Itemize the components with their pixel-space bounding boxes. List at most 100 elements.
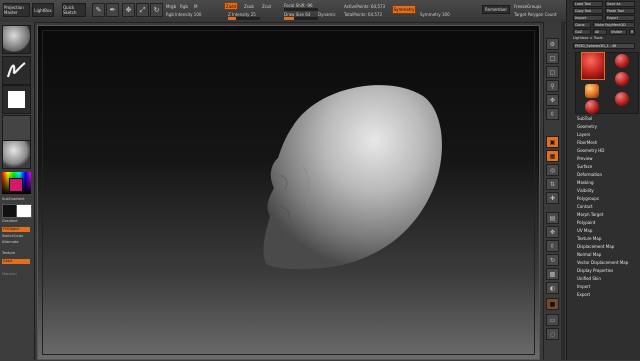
copy-tool-button[interactable]: Copy Tool: [573, 8, 603, 14]
projection-master-button[interactable]: Projection Master: [3, 3, 30, 17]
menu-visibility[interactable]: Visibility: [577, 188, 594, 193]
fill-object-button[interactable]: FillObject: [2, 227, 30, 232]
menu-fibermesh[interactable]: FiberMesh: [577, 140, 597, 145]
color-picker[interactable]: [2, 172, 31, 194]
zcut-button[interactable]: Zcut: [262, 4, 271, 9]
menu-normal-map[interactable]: Normal Map: [577, 252, 601, 257]
alpha-thumbnail[interactable]: [2, 85, 31, 114]
load-tool-button[interactable]: Load Tool: [573, 1, 603, 7]
goz-button[interactable]: GoZ: [573, 29, 591, 35]
menu-masking[interactable]: Masking: [577, 180, 594, 185]
edit-icon[interactable]: ✎: [92, 3, 105, 17]
dynamic-label[interactable]: Dynamic: [318, 12, 336, 17]
subgradient-label[interactable]: SubGradient: [2, 197, 24, 201]
menu-polygroups[interactable]: Polygroups: [577, 196, 599, 201]
secondary-color-swatch[interactable]: [16, 204, 32, 218]
rotate-icon[interactable]: ↻: [546, 254, 559, 266]
quick-sketch-button[interactable]: Quick Sketch: [62, 3, 86, 17]
menu-import[interactable]: Import: [577, 284, 590, 289]
rgb-label[interactable]: Rgb: [180, 4, 188, 9]
clone-button[interactable]: Clone: [573, 22, 591, 28]
r-button[interactable]: R: [629, 29, 635, 35]
menu-export[interactable]: Export: [577, 292, 590, 297]
scale-icon[interactable]: ⇳: [546, 108, 559, 120]
m-label[interactable]: M: [194, 4, 197, 9]
paste-tool-button[interactable]: Paste Tool: [605, 8, 635, 14]
menu-contact[interactable]: Contact: [577, 204, 593, 209]
save-as-button[interactable]: Save As: [605, 1, 635, 7]
menu-texture-map[interactable]: Texture Map: [577, 236, 601, 241]
material-thumbnail[interactable]: [2, 140, 31, 169]
frame-icon[interactable]: ▢: [546, 66, 559, 78]
lsym-icon[interactable]: ⇅: [546, 178, 559, 190]
persp-icon[interactable]: ▣: [546, 136, 559, 148]
symmetry-button[interactable]: Symmetry: [392, 5, 416, 14]
tool-thumb-polymesh[interactable]: [615, 72, 629, 86]
xpose-icon[interactable]: ▭: [546, 314, 559, 326]
export-tool-button[interactable]: Export: [605, 15, 635, 21]
texture-label[interactable]: Texture: [2, 251, 15, 255]
sculpted-head-model[interactable]: [38, 26, 541, 361]
import-tool-button[interactable]: Import: [573, 15, 603, 21]
menu-surface[interactable]: Surface: [577, 164, 592, 169]
menu-subtool[interactable]: SubTool: [577, 116, 592, 121]
move-icon[interactable]: ✥: [546, 94, 559, 106]
menu-vector-displacement-map[interactable]: Vector Displacement Map: [577, 260, 628, 265]
make-polymesh-button[interactable]: Make PolyMesh3D: [593, 22, 635, 28]
menu-layers[interactable]: Layers: [577, 132, 590, 137]
frame2-icon[interactable]: ▤: [546, 212, 559, 224]
polyf-icon[interactable]: ▩: [546, 268, 559, 280]
lightbox-tools-label[interactable]: Lightbox > Tools: [573, 36, 603, 41]
floor-icon[interactable]: □: [546, 52, 559, 64]
alternate-label[interactable]: Alternate: [2, 240, 19, 244]
zadd-button[interactable]: Zadd: [224, 2, 238, 10]
stroke-thumbnail[interactable]: [2, 56, 31, 85]
current-tool-thumbnail[interactable]: [581, 52, 605, 80]
tool-thumb-cylinder[interactable]: [615, 54, 629, 68]
transp-icon[interactable]: ◐: [546, 282, 559, 294]
material-label[interactable]: Material: [2, 272, 17, 276]
freeze-groups-label[interactable]: FreezeGroups: [514, 4, 541, 9]
move-icon[interactable]: ✥: [122, 3, 135, 17]
visible-button[interactable]: Visible: [609, 29, 627, 35]
right-tray-handle[interactable]: [561, 22, 565, 360]
menu-displacement-map[interactable]: Displacement Map: [577, 244, 614, 249]
scale2-icon[interactable]: ⇳: [546, 240, 559, 252]
solo-icon[interactable]: ■: [546, 298, 559, 310]
grad-button[interactable]: Grad: [2, 259, 30, 264]
menu-deformation[interactable]: Deformation: [577, 172, 602, 177]
canvas-viewport[interactable]: [37, 25, 540, 360]
all-button[interactable]: All: [593, 29, 607, 35]
gear-icon[interactable]: ⚙: [546, 38, 559, 50]
brush-thumbnail[interactable]: [2, 25, 31, 54]
move2-icon[interactable]: ✥: [546, 226, 559, 238]
menu-morph-target[interactable]: Morph Target: [577, 212, 603, 217]
menu-uv-map[interactable]: UV Map: [577, 228, 592, 233]
menu-preview[interactable]: Preview: [577, 156, 593, 161]
menu-geometry-hd[interactable]: Geometry HD: [577, 148, 604, 153]
ghost-icon[interactable]: ◌: [546, 328, 559, 340]
tool-thumb-sphere3d[interactable]: [585, 100, 599, 114]
gradient-label[interactable]: Gradient: [2, 219, 18, 223]
current-tool-slider[interactable]: PM3D_Spheres3D_1 . 48: [573, 43, 635, 49]
zsub-button[interactable]: Zsub: [244, 4, 254, 9]
alpha-square-icon: [8, 91, 25, 108]
menu-display-properties[interactable]: Display Properties: [577, 268, 613, 273]
mrgb-label[interactable]: Mrgb: [166, 4, 176, 9]
remember-button[interactable]: Remember: [482, 5, 510, 14]
lightbox-button[interactable]: LightBox: [32, 3, 54, 17]
tool-thumb-simplebrush[interactable]: [585, 84, 599, 98]
menu-geometry[interactable]: Geometry: [577, 124, 597, 129]
menu-unified-skin[interactable]: Unified Skin: [577, 276, 601, 281]
local-icon[interactable]: ◎: [546, 164, 559, 176]
floor-grid-icon[interactable]: ▦: [546, 150, 559, 162]
menu-polypaint[interactable]: Polypaint: [577, 220, 595, 225]
focal-shift-slider[interactable]: [284, 8, 318, 11]
scale-icon[interactable]: ⤢: [136, 3, 149, 17]
draw-icon[interactable]: ✒: [106, 3, 119, 17]
xyz-icon[interactable]: ✚: [546, 192, 559, 204]
rotate-icon[interactable]: ↻: [150, 3, 163, 17]
switch-color-label[interactable]: SwitchColor: [2, 234, 23, 238]
tool-thumb-sphere[interactable]: [615, 92, 629, 106]
zoom-icon[interactable]: ⚲: [546, 80, 559, 92]
